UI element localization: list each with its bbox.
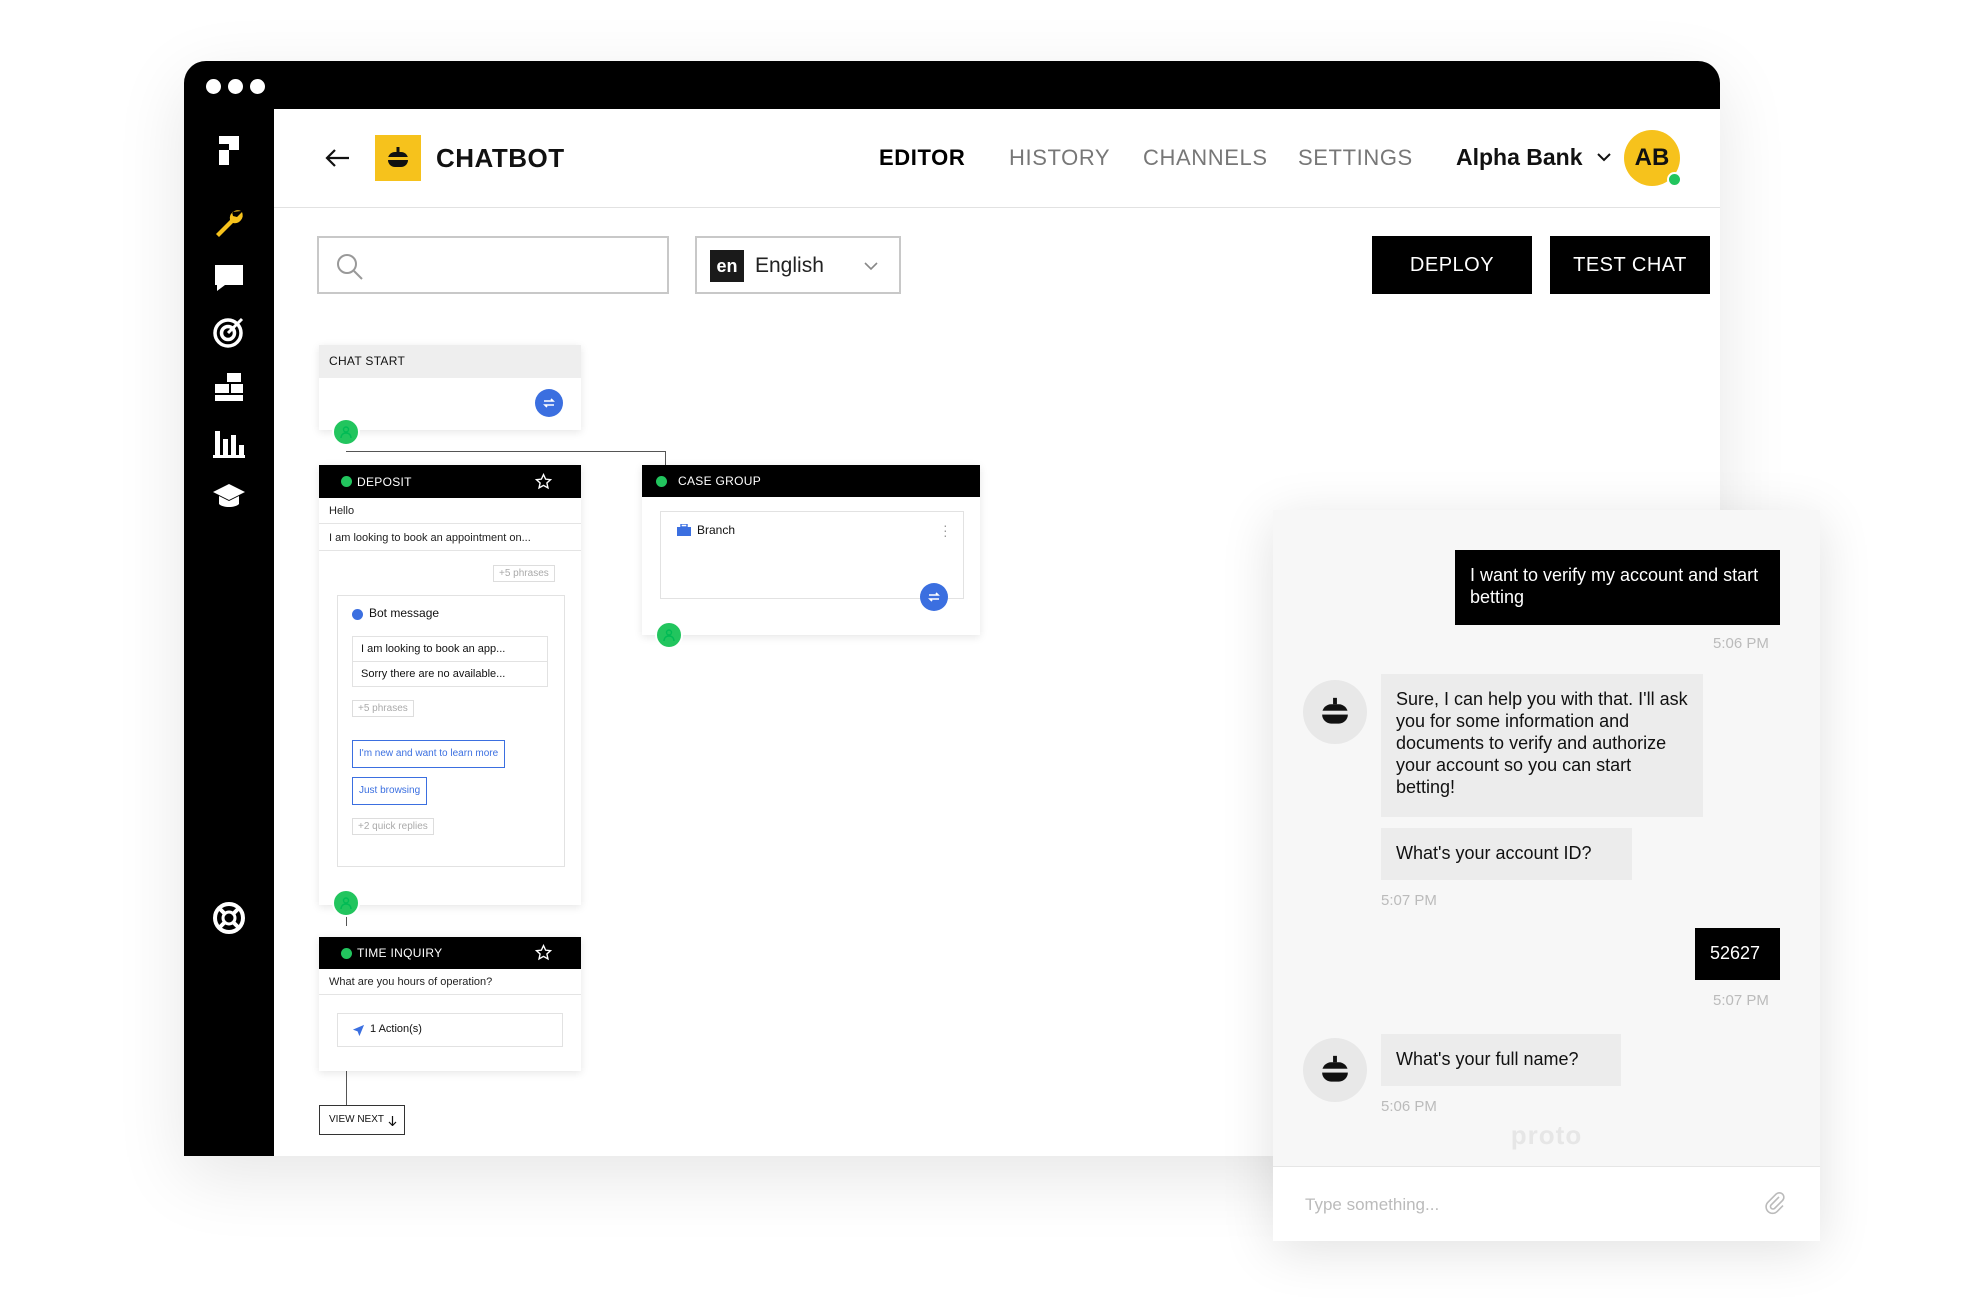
bot-avatar-icon bbox=[1303, 1038, 1367, 1102]
star-icon[interactable] bbox=[535, 473, 552, 490]
user-node-icon[interactable] bbox=[332, 418, 360, 446]
back-arrow-icon[interactable] bbox=[322, 143, 352, 173]
wrench-icon[interactable] bbox=[211, 205, 247, 241]
redirect-icon[interactable] bbox=[920, 583, 948, 611]
help-lifebuoy-icon[interactable] bbox=[211, 900, 247, 936]
deposit-title: DEPOSIT bbox=[357, 475, 412, 489]
time-inquiry-header: TIME INQUIRY bbox=[319, 937, 581, 969]
bot-message-line[interactable]: Sorry there are no available... bbox=[352, 661, 548, 687]
bot-message: What's your account ID? bbox=[1381, 828, 1632, 880]
more-quick-replies-badge[interactable]: +2 quick replies bbox=[352, 818, 434, 835]
more-phrases-badge[interactable]: +5 phrases bbox=[493, 565, 555, 582]
graduation-cap-icon[interactable] bbox=[211, 479, 247, 515]
chat-input-bar bbox=[1273, 1166, 1820, 1241]
bot-logo-icon bbox=[375, 135, 421, 181]
connector-line bbox=[346, 451, 666, 452]
search-box[interactable] bbox=[317, 236, 669, 294]
user-node-icon[interactable] bbox=[655, 621, 683, 649]
bot-message-line[interactable]: I am looking to book an app... bbox=[352, 636, 548, 662]
actions-label: 1 Action(s) bbox=[370, 1023, 422, 1035]
chat-start-title: CHAT START bbox=[319, 345, 581, 378]
bar-chart-icon[interactable] bbox=[211, 425, 247, 461]
status-dot bbox=[341, 948, 352, 959]
org-selector[interactable]: Alpha Bank bbox=[1456, 144, 1583, 171]
view-next-label: VIEW NEXT bbox=[329, 1114, 385, 1125]
bot-message-dot bbox=[352, 609, 363, 620]
user-message: I want to verify my account and start be… bbox=[1455, 550, 1780, 625]
tab-settings[interactable]: SETTINGS bbox=[1298, 145, 1413, 171]
quick-reply-button[interactable]: Just browsing bbox=[352, 777, 428, 805]
deposit-header: DEPOSIT bbox=[319, 465, 581, 498]
message-timestamp: 5:06 PM bbox=[1381, 1098, 1437, 1115]
tab-editor[interactable]: EDITOR bbox=[879, 145, 965, 171]
view-next-button[interactable]: VIEW NEXT bbox=[319, 1105, 405, 1135]
test-chat-button[interactable]: TEST CHAT bbox=[1550, 236, 1710, 294]
status-dot bbox=[656, 476, 667, 487]
case-group-header: CASE GROUP bbox=[642, 465, 980, 497]
briefcase-icon bbox=[677, 524, 691, 536]
deploy-button[interactable]: DEPLOY bbox=[1372, 236, 1532, 294]
time-inquiry-phrase[interactable]: What are you hours of operation? bbox=[319, 969, 581, 995]
star-icon[interactable] bbox=[535, 944, 552, 961]
blocks-icon[interactable] bbox=[211, 369, 247, 405]
message-input[interactable] bbox=[1303, 1187, 1727, 1223]
target-icon[interactable] bbox=[211, 314, 247, 350]
window-dot-1[interactable] bbox=[206, 79, 221, 94]
user-node-icon[interactable] bbox=[332, 889, 360, 917]
actions-block[interactable]: 1 Action(s) bbox=[337, 1013, 563, 1047]
window-titlebar bbox=[184, 61, 1720, 109]
test-chat-panel: I want to verify my account and start be… bbox=[1273, 510, 1820, 1241]
bot-message-title: Bot message bbox=[369, 606, 440, 620]
quick-reply-button[interactable]: I'm new and want to learn more bbox=[352, 740, 506, 768]
tab-channels[interactable]: CHANNELS bbox=[1143, 145, 1268, 171]
window-dot-3[interactable] bbox=[250, 79, 265, 94]
deposit-card[interactable]: DEPOSIT Hello I am looking to book an ap… bbox=[319, 465, 581, 905]
bot-message: What's your full name? bbox=[1381, 1034, 1621, 1086]
kebab-menu-icon[interactable]: · · · bbox=[943, 518, 948, 542]
online-status-dot bbox=[1667, 172, 1682, 187]
deposit-phrase[interactable]: Hello bbox=[319, 498, 581, 524]
bot-message: Sure, I can help you with that. I'll ask… bbox=[1381, 674, 1703, 817]
message-timestamp: 5:07 PM bbox=[1381, 892, 1437, 909]
chevron-down-icon[interactable] bbox=[1596, 149, 1612, 165]
connector-line bbox=[665, 451, 666, 465]
branch-block[interactable]: Branch · · · bbox=[660, 511, 964, 599]
connector-line bbox=[346, 1069, 347, 1105]
branch-label: Branch bbox=[697, 523, 736, 537]
message-timestamp: 5:07 PM bbox=[1713, 992, 1769, 1009]
search-icon bbox=[337, 254, 363, 280]
top-header: CHATBOT EDITOR HISTORY CHANNELS SETTINGS… bbox=[274, 109, 1720, 208]
bot-message-block[interactable]: Bot message I am looking to book an app.… bbox=[337, 595, 565, 867]
window-dot-2[interactable] bbox=[228, 79, 243, 94]
case-group-title: CASE GROUP bbox=[678, 474, 762, 488]
search-input[interactable] bbox=[375, 248, 659, 284]
sidebar bbox=[184, 109, 274, 1156]
chat-icon[interactable] bbox=[211, 259, 247, 295]
logo-icon[interactable] bbox=[211, 132, 247, 168]
app-title: CHATBOT bbox=[436, 143, 565, 173]
chat-start-card[interactable]: CHAT START bbox=[319, 345, 581, 430]
chevron-down-icon bbox=[864, 262, 878, 271]
tab-history[interactable]: HISTORY bbox=[1009, 145, 1110, 171]
arrow-down-icon bbox=[388, 1116, 397, 1126]
message-timestamp: 5:06 PM bbox=[1713, 635, 1769, 652]
more-phrases-badge[interactable]: +5 phrases bbox=[352, 700, 414, 717]
send-arrow-icon bbox=[352, 1024, 365, 1037]
user-message: 52627 bbox=[1695, 928, 1780, 980]
time-inquiry-title: TIME INQUIRY bbox=[357, 946, 443, 960]
status-dot bbox=[341, 476, 352, 487]
language-select[interactable]: en English bbox=[695, 236, 901, 294]
case-group-card[interactable]: CASE GROUP Branch · · · bbox=[642, 465, 980, 635]
deposit-phrase[interactable]: I am looking to book an appointment on..… bbox=[319, 525, 581, 551]
attachment-icon[interactable] bbox=[1763, 1191, 1787, 1215]
language-code-badge: en bbox=[710, 250, 744, 282]
time-inquiry-card[interactable]: TIME INQUIRY What are you hours of opera… bbox=[319, 937, 581, 1071]
powered-by-logo: proto bbox=[1510, 1120, 1583, 1150]
redirect-icon[interactable] bbox=[535, 389, 563, 417]
avatar-initials: AB bbox=[1634, 144, 1670, 171]
bot-avatar-icon bbox=[1303, 680, 1367, 744]
language-name: English bbox=[755, 254, 824, 277]
